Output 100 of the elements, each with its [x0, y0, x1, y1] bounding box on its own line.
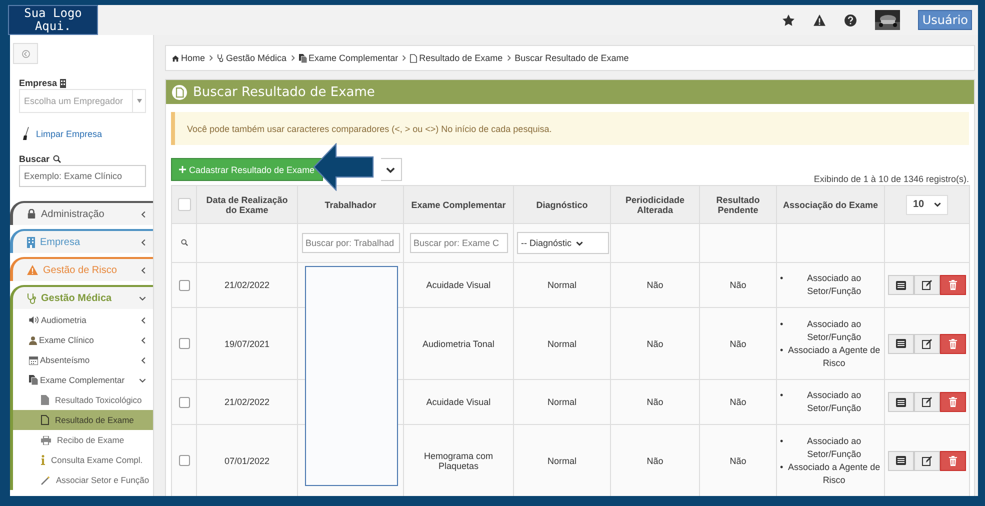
list-icon [896, 339, 906, 348]
chevron-down-icon [139, 378, 146, 382]
search-field[interactable]: Exemplo: Exame Clínico [19, 165, 146, 187]
chevron-right-icon [402, 55, 406, 61]
view-button[interactable] [888, 275, 914, 295]
lock-icon [27, 209, 36, 219]
table-cell: 21/02/2022 [196, 380, 298, 424]
delete-button[interactable] [940, 334, 966, 354]
submenu-item[interactable]: Resultado de Exame [13, 410, 153, 430]
building-icon [27, 236, 35, 248]
table-cell: Normal [514, 424, 610, 496]
list-icon [896, 280, 906, 290]
star-icon [782, 14, 796, 26]
breadcrumb-link[interactable]: Exame Complementar [298, 53, 398, 63]
list-bullet: • [780, 460, 784, 474]
table-cell: Acuidade Visual [404, 380, 514, 424]
row-checkbox[interactable] [178, 455, 190, 466]
association-item: Associado ao Setor/Função [806, 389, 862, 415]
document-icon [410, 54, 418, 62]
delete-button[interactable] [940, 392, 966, 412]
dropdown-icon [136, 99, 142, 103]
column-header: Periodicidade Alterada [610, 186, 700, 224]
submenu-item[interactable]: Resultado Toxicológico [13, 390, 153, 410]
list-bullet: • [780, 318, 784, 330]
view-button[interactable] [888, 334, 914, 354]
stethoscope-icon [217, 54, 224, 62]
edit-button[interactable] [914, 334, 940, 354]
chevron-right-icon [209, 55, 214, 61]
worker-filter-field[interactable]: Buscar por: Trabalhad [302, 233, 400, 253]
calendar-icon [29, 356, 38, 364]
view-button[interactable] [888, 450, 914, 470]
menu-item[interactable]: Administração [10, 201, 153, 225]
column-header: Exame Complementar [404, 186, 514, 224]
delete-button[interactable] [940, 450, 966, 470]
clear-company-link[interactable]: Limpar Empresa [36, 128, 102, 138]
stethoscope-icon [27, 292, 36, 304]
submenu-item[interactable]: Consulta Exame Compl. [13, 450, 153, 470]
submenu-item[interactable]: Exame Clínico [13, 330, 153, 350]
trash-icon [949, 456, 957, 466]
list-bullet: • [780, 272, 784, 285]
chevron-left-icon [141, 356, 146, 364]
chevron-down-icon [386, 166, 396, 172]
warning-icon [813, 14, 826, 26]
field-label: Buscar [19, 154, 50, 164]
association-item: Associado a Agente de Risco [787, 344, 881, 370]
warning-icon [27, 265, 38, 275]
edit-button[interactable] [914, 275, 940, 295]
wand-icon [41, 476, 50, 484]
submenu-item[interactable]: Audiometria [13, 310, 153, 330]
table-cell: 19/07/2021 [196, 308, 298, 380]
row-checkbox[interactable] [178, 396, 190, 408]
help-icon [844, 14, 858, 26]
breadcrumb-link[interactable]: Home [172, 53, 206, 63]
list-icon [896, 398, 906, 406]
table-cell: Não [610, 308, 700, 380]
search-icon [180, 239, 188, 246]
document-icon [172, 84, 187, 100]
chevron-left-icon [141, 316, 146, 324]
select-all-checkbox[interactable] [178, 198, 190, 211]
broom-icon [23, 127, 29, 140]
breadcrumb-current: Buscar Resultado de Exame [514, 53, 629, 63]
association-item: Associado ao Setor/Função [806, 272, 862, 298]
column-header: Data de Realização do Exame [196, 186, 298, 224]
panel-title: Buscar Resultado de Exame [193, 84, 375, 100]
submenu-item[interactable]: Absenteísmo [13, 350, 153, 370]
row-checkbox[interactable] [178, 280, 190, 291]
breadcrumb-link[interactable]: Resultado de Exame [410, 53, 503, 63]
breadcrumb-link[interactable]: Gestão Médica [217, 53, 287, 63]
search-icon [52, 155, 61, 163]
table-cell: 21/02/2022 [196, 262, 298, 308]
list-bullet: • [780, 344, 784, 356]
association-item: Associado a Agente de Risco [787, 460, 881, 486]
menu-item[interactable]: Empresa [10, 229, 153, 253]
trash-icon [949, 280, 957, 290]
edit-icon [922, 456, 932, 466]
diagnosis-select[interactable]: -- Diagnóstic [517, 232, 609, 254]
user-button[interactable]: Usuário [918, 10, 972, 30]
chevron-down-icon [139, 296, 146, 300]
edit-button[interactable] [914, 450, 940, 470]
chevron-left-icon [141, 210, 146, 218]
edit-icon [922, 397, 932, 407]
home-icon [172, 54, 179, 62]
table-cell: Audiometria Tonal [404, 308, 514, 380]
delete-button[interactable] [940, 275, 966, 295]
dropdown-button[interactable] [380, 158, 402, 181]
page-size-select[interactable]: 10 [906, 194, 948, 214]
submenu-item[interactable]: Recibo de Exame [13, 430, 153, 450]
exam-filter-field[interactable]: Buscar por: Exame C [410, 233, 508, 253]
info-alert: Você pode também usar caracteres comparadores (<, > ou <>) No início de cada pesquisa. [171, 112, 969, 145]
table-cell: Não [700, 380, 776, 424]
edit-button[interactable] [914, 392, 940, 412]
view-button[interactable] [888, 392, 914, 412]
submenu-item[interactable]: Associar Setor e Função [13, 470, 153, 490]
edit-icon [922, 280, 932, 290]
chevron-left-icon [141, 266, 146, 274]
submenu-item[interactable]: Exame Complementar [13, 370, 153, 390]
row-checkbox[interactable] [178, 338, 190, 350]
plus-icon [179, 166, 186, 173]
files-icon [29, 375, 38, 385]
edit-icon [922, 338, 932, 348]
